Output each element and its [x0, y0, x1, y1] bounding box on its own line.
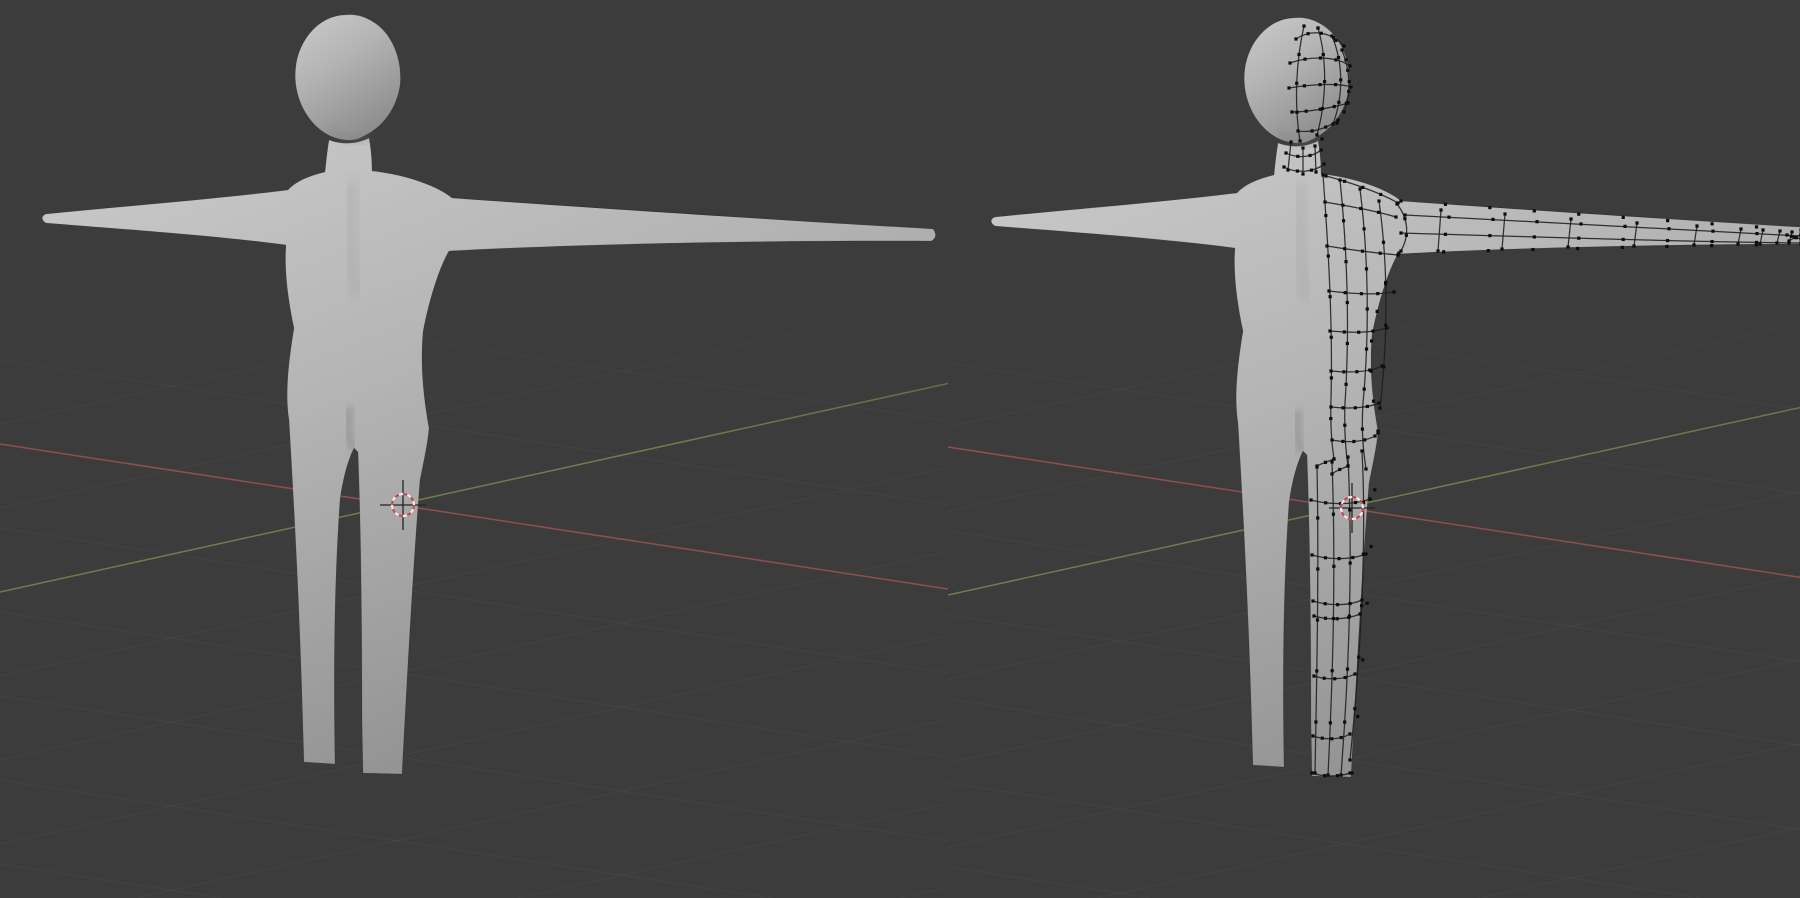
viewport-wireframe-panel[interactable] [948, 0, 1800, 898]
blender-viewport-composite [0, 0, 1800, 898]
viewport-wireframe-canvas[interactable] [948, 0, 1800, 898]
x-axis-line [948, 447, 1800, 577]
x-axis-line [0, 444, 948, 589]
viewport-shaded-panel[interactable] [0, 0, 948, 898]
viewport-shaded-canvas[interactable] [0, 0, 948, 898]
